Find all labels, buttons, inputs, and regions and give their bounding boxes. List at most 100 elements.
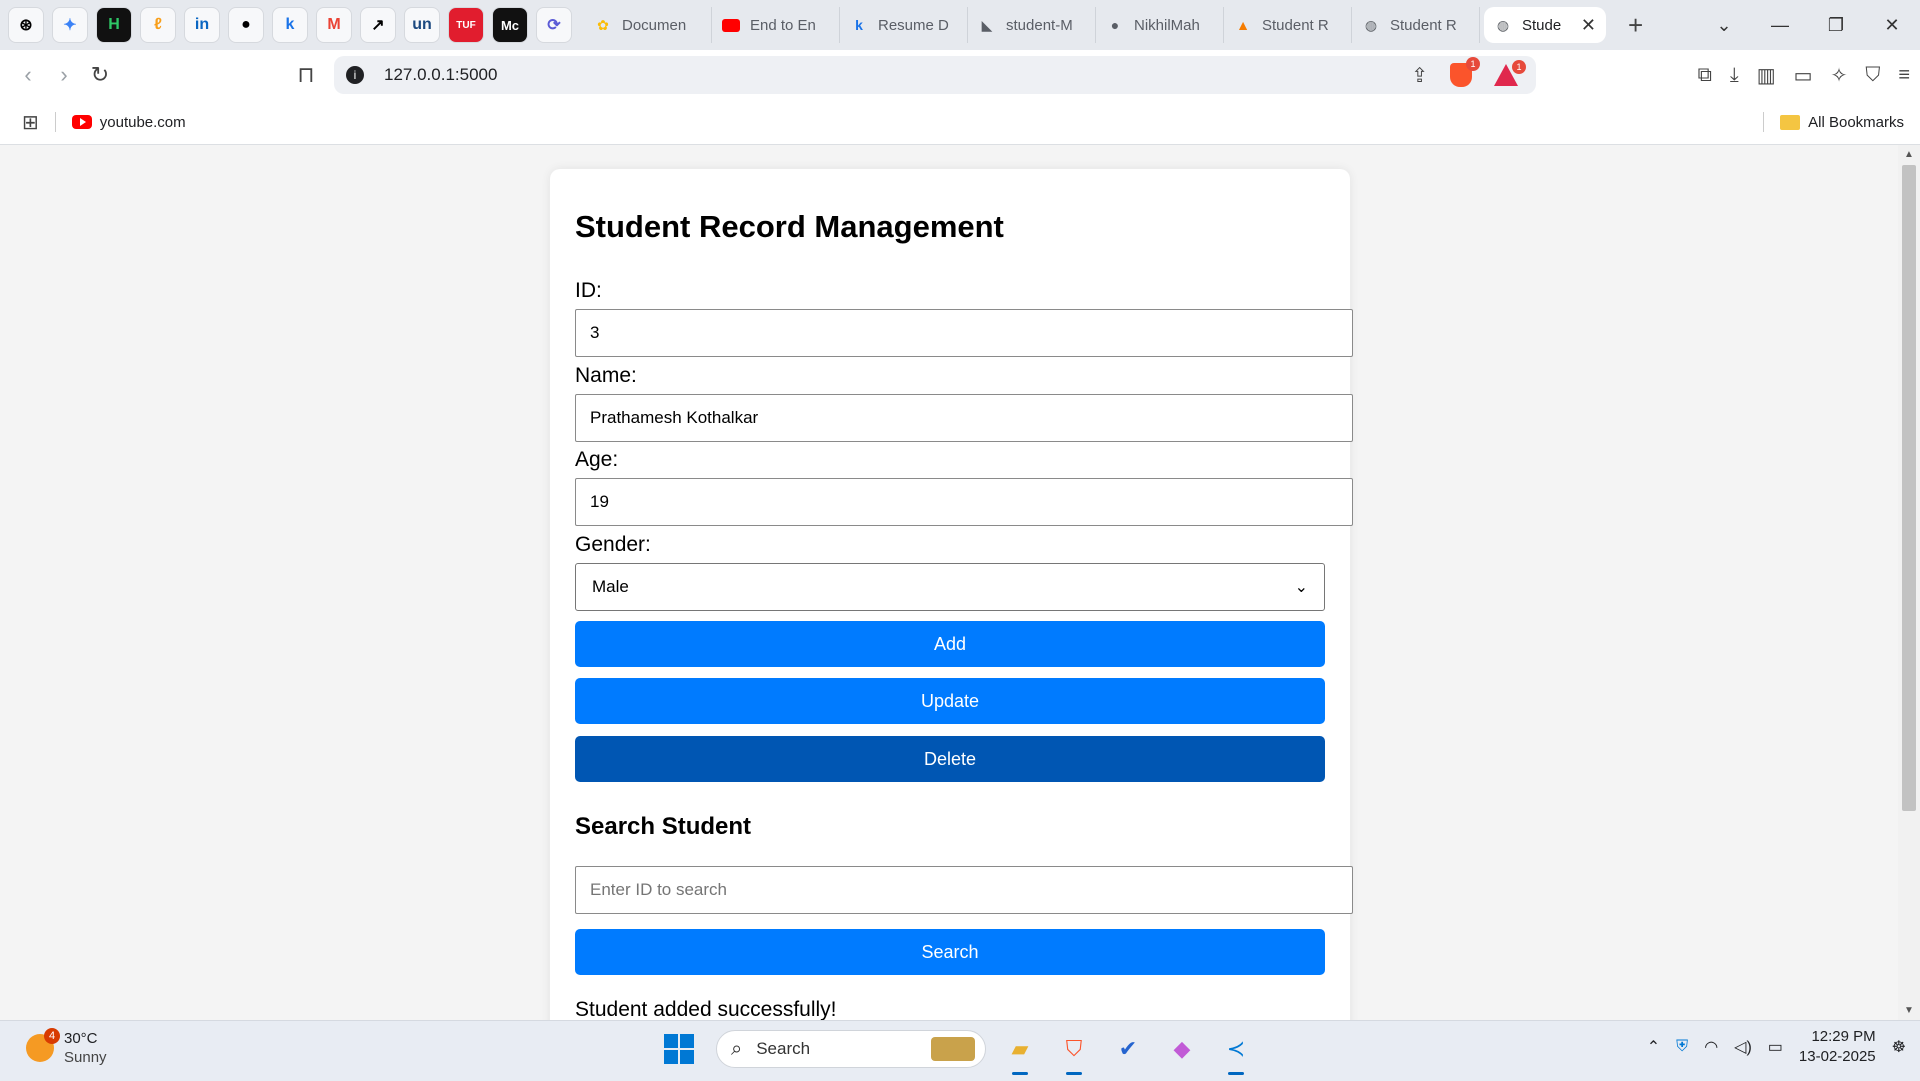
wifi-icon[interactable]: ◠ [1704, 1037, 1718, 1057]
id-input[interactable] [575, 309, 1353, 357]
tab-label: Documen [622, 16, 687, 34]
gender-selected-value: Male [592, 577, 629, 596]
tab-end-to-end[interactable]: End to En [712, 7, 840, 43]
brave-shields-icon[interactable]: 1 [1450, 57, 1480, 87]
search-id-input[interactable] [575, 866, 1353, 914]
scrollbar-thumb[interactable] [1902, 165, 1916, 811]
defender-icon[interactable]: ⛨ [1676, 1038, 1688, 1056]
tab-label: Student R [1262, 16, 1329, 34]
apps-grid-icon[interactable]: ⊞ [22, 110, 39, 135]
taskbar-search[interactable]: ⌕ Search [716, 1030, 986, 1068]
page-viewport: Student Record Management ID: Name: Age:… [0, 145, 1898, 1020]
url-field[interactable]: i 127.0.0.1:5000 ⇪ 1 1 [334, 56, 1536, 94]
pinned-tab-unstop-icon[interactable]: un [404, 7, 440, 43]
bookmark-label: youtube.com [99, 113, 186, 131]
volume-icon[interactable]: ◁) [1734, 1037, 1752, 1057]
pinned-tab-chart-icon[interactable]: ↗ [360, 7, 396, 43]
gender-select[interactable]: Male ⌄ [575, 563, 1325, 611]
restore-icon[interactable]: ❐ [1808, 15, 1864, 36]
pinned-tab-linkedin-icon[interactable]: in [184, 7, 220, 43]
all-bookmarks-button[interactable]: All Bookmarks [1763, 112, 1904, 132]
weather-text: 30°C Sunny [64, 1029, 107, 1067]
pinned-tabs: ⊛ ✦ H ℓ in ● k M ↗ un TUF Mc ⟳ [0, 7, 580, 43]
youtube-icon [71, 115, 92, 129]
age-input[interactable] [575, 478, 1353, 526]
windows-start-icon[interactable] [664, 1034, 694, 1064]
weather-widget[interactable]: 4 30°C Sunny [26, 1028, 107, 1067]
window-controls: ⌄ — ❐ ✕ [1696, 0, 1920, 50]
share-icon[interactable]: ⇪ [1411, 63, 1428, 88]
back-icon[interactable]: ‹ [10, 62, 46, 88]
reload-icon[interactable]: ↻ [82, 62, 118, 88]
new-tab-button[interactable]: + [1628, 10, 1643, 41]
close-icon[interactable]: ✕ [1581, 15, 1596, 36]
add-button[interactable]: Add [575, 621, 1325, 667]
clock[interactable]: 12:29 PM 13-02-2025 [1799, 1027, 1876, 1067]
brave-browser-icon[interactable]: ⛉ [1054, 1029, 1094, 1075]
pinned-tab-medium-icon[interactable]: Mc [492, 7, 528, 43]
name-input[interactable] [575, 394, 1353, 442]
vpn-icon[interactable]: ⛉ [1865, 64, 1880, 87]
page-title: Student Record Management [575, 209, 1004, 244]
folder-icon [1780, 114, 1801, 130]
pinned-tab-k-icon[interactable]: k [272, 7, 308, 43]
all-bookmarks-label: All Bookmarks [1808, 113, 1904, 131]
copilot-icon[interactable]: ◆ [1162, 1029, 1202, 1069]
tab-resume[interactable]: k Resume D [840, 7, 968, 43]
weather-condition: Sunny [64, 1049, 107, 1066]
k-icon: k [855, 17, 863, 33]
notification-icon[interactable]: ☸ [1892, 1037, 1906, 1057]
pinned-tab-tuf-icon[interactable]: TUF [448, 7, 484, 43]
delete-button[interactable]: Delete [575, 736, 1325, 782]
pinned-tab-sync-icon[interactable]: ⟳ [536, 7, 572, 43]
url-text[interactable]: 127.0.0.1:5000 [384, 65, 497, 85]
pinned-tab-openai-icon[interactable]: ⊛ [8, 7, 44, 43]
tab-student-r-2[interactable]: ◍ Student R [1352, 7, 1480, 43]
menu-icon[interactable]: ≡ [1898, 64, 1910, 87]
search-icon: ⌕ [731, 1037, 743, 1060]
pinned-tab-hackerrank-icon[interactable]: H [96, 7, 132, 43]
status-message: Student added successfully! [575, 998, 837, 1020]
system-tray: ⌃ ⛨ ◠ ◁) ▭ 12:29 PM 13-02-2025 ☸ [1647, 1027, 1906, 1067]
bookmark-youtube[interactable]: youtube.com [71, 113, 186, 131]
chevron-up-icon[interactable]: ⌃ [1647, 1037, 1660, 1057]
battery-icon[interactable]: ▭ [1768, 1037, 1783, 1057]
fire-icon: ▲ [1236, 17, 1250, 33]
tab-documents[interactable]: ✿ Documen [584, 7, 712, 43]
scroll-down-icon[interactable]: ▼ [1904, 1005, 1914, 1016]
update-button[interactable]: Update [575, 678, 1325, 724]
pinned-tab-gmail-icon[interactable]: M [316, 7, 352, 43]
tab-github[interactable]: ● NikhilMah [1096, 7, 1224, 43]
leo-ai-icon[interactable]: ✧ [1831, 63, 1848, 88]
forward-icon[interactable]: › [46, 62, 82, 88]
vscode-icon[interactable]: ≺ [1216, 1029, 1256, 1075]
pinned-tab-github-icon[interactable]: ● [228, 7, 264, 43]
minimize-icon[interactable]: — [1752, 15, 1808, 36]
brave-rewards-icon[interactable]: 1 [1494, 60, 1526, 86]
time: 12:29 PM [1811, 1028, 1876, 1045]
date: 13-02-2025 [1798, 1048, 1876, 1065]
window-close-icon[interactable]: ✕ [1864, 15, 1920, 36]
download-icon[interactable]: ⤓ [1730, 64, 1739, 87]
file-explorer-icon[interactable]: ▰ [1000, 1029, 1040, 1075]
tab-student-m[interactable]: ◣ student-M [968, 7, 1096, 43]
tab-search-icon[interactable]: ⌄ [1696, 15, 1752, 36]
wallet-icon[interactable]: ▭ [1794, 63, 1813, 88]
extensions-icon[interactable]: ⧉ [1698, 64, 1712, 87]
pinned-tab-leetcode-icon[interactable]: ℓ [140, 7, 176, 43]
youtube-icon [722, 16, 740, 34]
taskbar: 4 30°C Sunny ⌕ Search ▰ ⛉ ✔ ◆ ≺ ⌃ ⛨ ◠ ◁)… [0, 1020, 1920, 1081]
scroll-up-icon[interactable]: ▲ [1904, 149, 1914, 160]
search-button[interactable]: Search [575, 929, 1325, 975]
bookmark-icon[interactable]: ⊓ [288, 62, 324, 88]
tab-student-r-1[interactable]: ▲ Student R [1224, 7, 1352, 43]
page-scrollbar[interactable]: ▲ ▼ [1898, 145, 1920, 1020]
taskbar-center: ⌕ Search ▰ ⛉ ✔ ◆ ≺ [664, 1029, 1256, 1075]
pinned-tab-gemini-icon[interactable]: ✦ [52, 7, 88, 43]
taskbar-search-label: Search [756, 1039, 811, 1058]
tab-active[interactable]: ◍ Stude ✕ [1484, 7, 1606, 43]
todo-icon[interactable]: ✔ [1108, 1029, 1148, 1069]
site-info-icon[interactable]: i [346, 66, 364, 84]
sidebar-icon[interactable]: ▥ [1757, 63, 1776, 88]
name-label: Name: [575, 364, 637, 387]
